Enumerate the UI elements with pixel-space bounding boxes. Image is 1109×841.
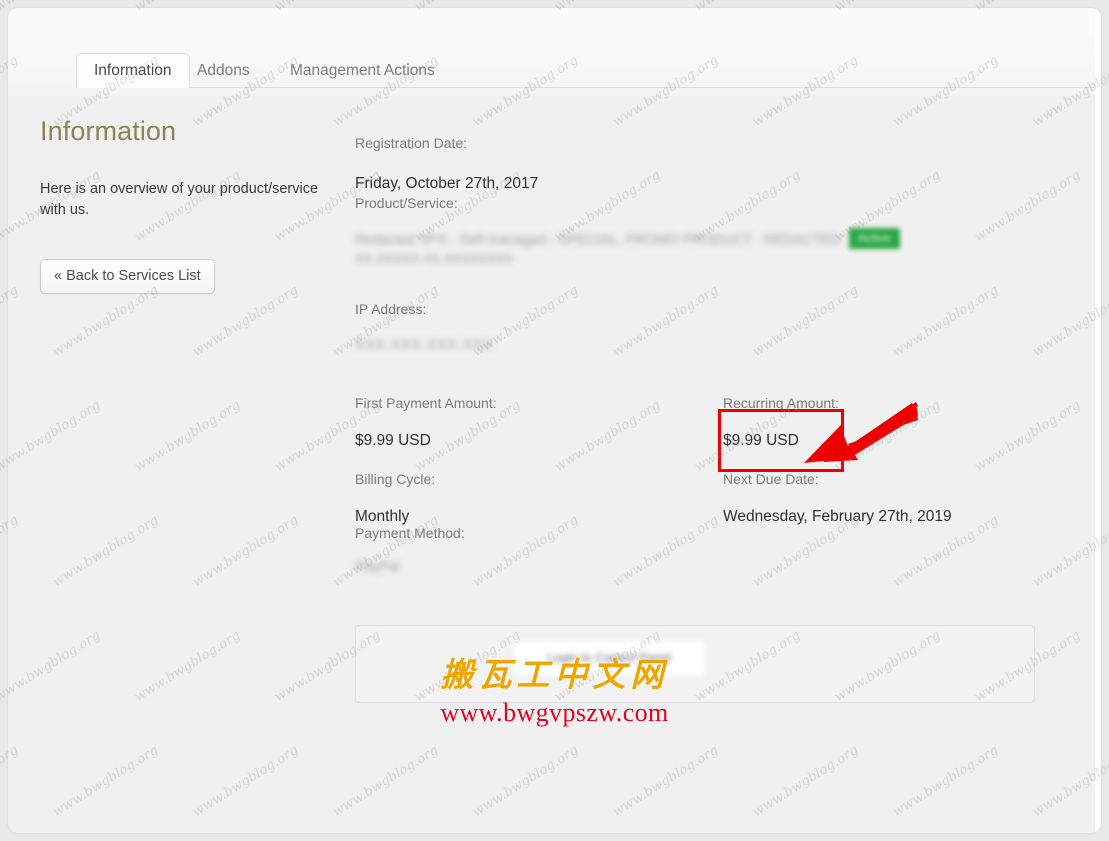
- tab-addons-label: Addons: [197, 62, 250, 79]
- tab-management-actions[interactable]: Management Actions: [273, 54, 452, 88]
- recurring-amount-value: $9.99 USD: [723, 432, 799, 449]
- tab-information[interactable]: Information: [76, 53, 190, 88]
- first-payment-amount-value: $9.99 USD: [355, 432, 431, 449]
- ip-address-value: XXX.XXX.XXX.XXX: [355, 336, 494, 352]
- recurring-amount-label: Recurring Amount:: [723, 395, 839, 411]
- page-title: Information: [40, 116, 177, 146]
- field-payment-method: Payment Method: PayPal: [355, 525, 1055, 612]
- status-badge: Active: [849, 228, 900, 249]
- field-registration-date: Registration Date: Friday, October 27th,…: [355, 134, 1055, 210]
- service-details: Registration Date: Friday, October 27th,…: [355, 134, 1055, 612]
- login-to-control-panel-button[interactable]: Login to Control Panel: [514, 641, 704, 675]
- product-service-value-line2: XX.XXXXX XX.XXXXXXXX: [355, 251, 514, 266]
- billing-cycle-label: Billing Cycle:: [355, 471, 436, 487]
- sidebar: Information Here is an overview of your …: [40, 116, 340, 294]
- control-panel-box: Login to Control Panel: [355, 625, 1035, 703]
- page-subtitle: Here is an overview of your product/serv…: [40, 181, 319, 218]
- product-service-label: Product/Service:: [355, 195, 458, 211]
- registration-date-value: Friday, October 27th, 2017: [355, 175, 539, 192]
- tab-information-label: Information: [94, 61, 172, 79]
- card-right-edge: [1095, 8, 1101, 833]
- page-card: Information Addons Management Actions In…: [8, 8, 1101, 833]
- field-product-service: Product/Service: Redacted VPS - Self-man…: [355, 195, 1055, 318]
- payment-method-label: Payment Method:: [355, 525, 465, 541]
- next-due-date-value: Wednesday, February 27th, 2019: [723, 508, 952, 525]
- back-to-services-list-button[interactable]: « Back to Services List: [40, 259, 215, 294]
- tab-bar: Information Addons Management Actions: [76, 53, 1096, 88]
- tab-addons[interactable]: Addons: [180, 54, 267, 88]
- field-amounts-row: First Payment Amount: $9.99 USD Recurrin…: [355, 395, 1055, 482]
- tab-management-actions-label: Management Actions: [290, 62, 435, 79]
- payment-method-value: PayPal: [355, 558, 400, 574]
- product-service-value: Redacted VPS - Self-managed - SPECIAL, P…: [355, 228, 900, 267]
- next-due-date-label: Next Due Date:: [723, 471, 819, 487]
- first-payment-amount-label: First Payment Amount:: [355, 395, 497, 411]
- product-service-value-line1: Redacted VPS - Self-managed - SPECIAL, P…: [355, 231, 841, 247]
- ip-address-label: IP Address:: [355, 301, 427, 317]
- field-ip-address: IP Address: XXX.XXX.XXX.XXX: [355, 301, 1055, 406]
- registration-date-label: Registration Date:: [355, 135, 468, 151]
